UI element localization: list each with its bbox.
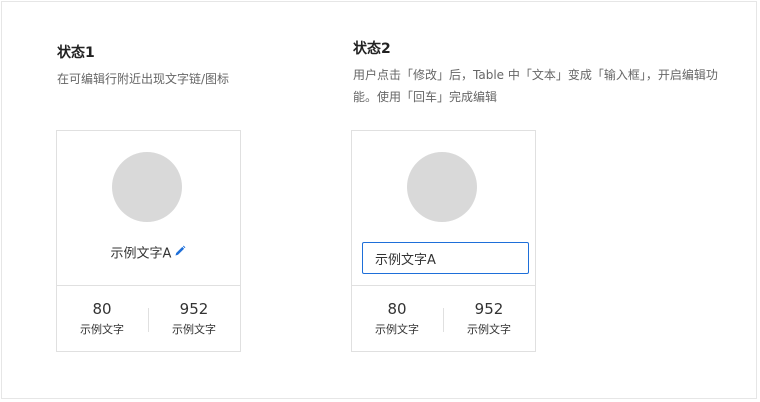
stat-item: 952 示例文字 [444, 286, 534, 338]
name-edit-input[interactable] [362, 242, 529, 274]
profile-card-state1: 示例文字A 80 示例文字 952 示例文字 [56, 130, 241, 352]
stat-label: 示例文字 [172, 323, 216, 336]
avatar [112, 152, 182, 222]
state2-title: 状态2 [353, 41, 391, 57]
stat-label: 示例文字 [467, 323, 511, 336]
state1-description: 在可编辑行附近出现文字链/图标 [57, 72, 230, 86]
stat-item: 80 示例文字 [57, 286, 147, 338]
avatar [407, 152, 477, 222]
stat-value: 80 [387, 300, 407, 318]
stat-value: 80 [92, 300, 112, 318]
pencil-icon[interactable] [174, 244, 186, 264]
profile-card-state2: 80 示例文字 952 示例文字 [351, 130, 536, 352]
stat-value: 952 [474, 300, 504, 318]
stat-item: 952 示例文字 [149, 286, 239, 338]
state1-section: 状态1 在可编辑行附近出现文字链/图标 [57, 44, 229, 90]
stat-label: 示例文字 [80, 323, 124, 336]
stat-label: 示例文字 [375, 323, 419, 336]
card-name: 示例文字A [110, 246, 172, 262]
stats-row: 80 示例文字 952 示例文字 [352, 285, 535, 353]
state2-section: 状态2 用户点击「修改」后，Table 中「文本」变成「输入框」，开启编辑功能。… [353, 40, 723, 108]
stats-row: 80 示例文字 952 示例文字 [57, 285, 240, 353]
name-row: 示例文字A [57, 244, 240, 265]
state1-title: 状态1 [57, 45, 95, 61]
stat-value: 952 [179, 300, 209, 318]
stat-item: 80 示例文字 [352, 286, 442, 338]
state2-description: 用户点击「修改」后，Table 中「文本」变成「输入框」，开启编辑功能。使用「回… [353, 68, 718, 104]
